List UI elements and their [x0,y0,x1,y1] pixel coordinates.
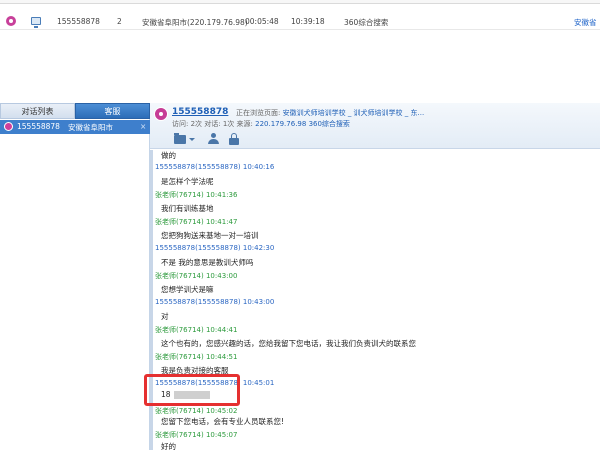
conversation-item[interactable]: 155558878 安徽省阜阳市 × [0,120,150,134]
visitor-status-icon [4,122,13,131]
conversation-id: 155558878 [17,122,60,131]
message-text: 做的 [161,151,176,160]
folder-icon[interactable] [174,133,186,144]
conversation-location: 安徽省阜阳市 [68,123,113,132]
message-text: 您留下您电话，会有专业人员联系您! [161,417,285,426]
browsing-info: 正在浏览页面: 安徽训犬师培训学校 _ 训犬师培训学校 _ 东... [236,108,424,118]
chat-header: 155558878 正在浏览页面: 安徽训犬师培训学校 _ 训犬师培训学校 _ … [150,103,600,149]
message-header: 张老师(76714) 10:43:00 [155,272,238,280]
message-text: 我们有训练基地 [161,204,214,213]
message-header: 张老师(76714) 10:45:02 [155,407,238,415]
message-text: 您想学训犬是嘛 [161,285,214,294]
message-header: 155558878(155558878) 10:40:16 [155,163,275,171]
visit-duration: 00:05:48 [245,17,279,26]
computer-icon [31,17,41,28]
message-header: 张老师(76714) 10:45:07 [155,431,238,439]
visitor-avatar-icon [154,107,168,121]
conversation-panel: 对话列表 客服 155558878 安徽省阜阳市 × [0,103,150,450]
message-text: 是怎样个学法呢 [161,177,214,186]
visitor-source: 360综合搜索 [308,120,350,128]
visit-count: 2 [117,17,122,26]
message-header: 张老师(76714) 10:44:41 [155,326,238,334]
visitor-list: 155558878 2 安徽省阜阳市(220.179.76.98) 00:05:… [0,0,600,103]
visitor-list-header [0,0,600,4]
chat-visitor-id[interactable]: 155558878 [172,107,228,117]
visitor-row[interactable]: 155558878 2 安徽省阜阳市(220.179.76.98) 00:05:… [0,14,600,30]
message-header: 155558878(155558878) 10:43:00 [155,298,275,306]
message-header: 155558878(155558878) 10:42:30 [155,244,275,252]
tab-agents[interactable]: 客服 [75,103,150,119]
message-text: 不是 我的意思是教训犬师吗 [161,258,254,267]
message-header: 张老师(76714) 10:44:51 [155,353,238,361]
visitor-action-link[interactable]: 安徽省 [574,17,597,28]
message-text: 对 [161,312,169,321]
chevron-down-icon[interactable] [189,138,195,141]
lock-icon[interactable] [229,133,239,145]
visit-stats-text: 访问: 2次 对话: 1次 来源: [172,120,256,128]
user-icon[interactable] [208,133,220,145]
visit-stats: 访问: 2次 对话: 1次 来源: 220.179.76.98 360综合搜索 [172,119,350,129]
panel-tabs: 对话列表 客服 [0,103,150,119]
message-header: 张老师(76714) 10:41:36 [155,191,238,199]
visitor-status-icon [6,16,16,26]
visitor-ip: 220.179.76.98 [255,120,307,128]
visit-source: 360综合搜索 [344,18,389,27]
message-text: 这个也有的，您感兴趣的话，您给我留下您电话，我让我们负责训犬的联系您 [161,339,416,348]
message-text: 好的 [161,442,176,450]
message-header: 张老师(76714) 10:41:47 [155,218,238,226]
browsing-label: 正在浏览页面: [236,109,281,117]
chat-toolbar [172,131,272,147]
message-text: 您把狗狗送来基地一对一培训 [161,231,259,240]
highlight-box [144,374,240,406]
visit-time: 10:39:18 [291,17,325,26]
visitor-location: 安徽省阜阳市(220.179.76.98) [142,18,248,27]
browsing-page-link[interactable]: 安徽训犬师培训学校 _ 训犬师培训学校 _ 东... [283,109,425,117]
tab-conversation-list[interactable]: 对话列表 [0,103,75,119]
visitor-id: 155558878 [57,17,100,26]
close-icon[interactable]: × [140,122,146,131]
